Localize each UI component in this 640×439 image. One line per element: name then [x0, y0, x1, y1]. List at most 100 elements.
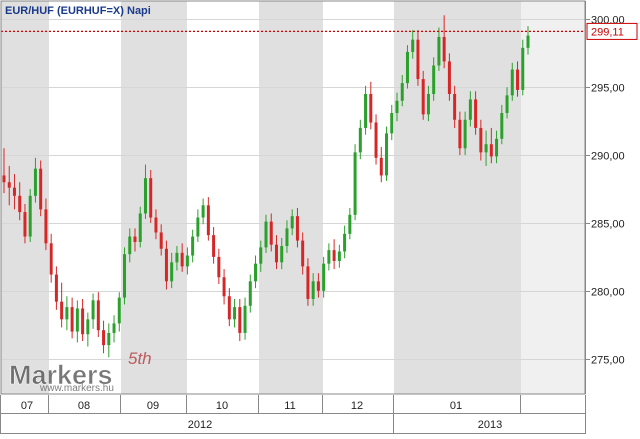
year-label: 2013	[478, 419, 502, 431]
y-tick-label: 285,00	[591, 219, 625, 231]
candle	[521, 39, 525, 96]
candle-body	[81, 308, 85, 335]
month-band	[394, 1, 521, 394]
candle	[353, 144, 357, 221]
candle-body	[521, 47, 525, 90]
candle-body	[170, 262, 174, 282]
y-tick-label: 275,00	[591, 355, 625, 367]
candle-body	[39, 168, 43, 210]
candle-body	[212, 235, 216, 257]
candle-body	[369, 93, 373, 123]
candle-body	[254, 263, 258, 282]
month-label: 12	[351, 400, 363, 412]
candle-body	[7, 182, 11, 188]
candle-body	[185, 255, 189, 267]
candle-body	[18, 195, 22, 213]
candle-body	[143, 178, 147, 214]
candle-body	[337, 251, 341, 261]
chart-title-period: Napi	[127, 5, 151, 17]
candle-body	[269, 221, 273, 245]
last-price-text: 299,11	[591, 26, 624, 38]
candle-body	[217, 256, 221, 278]
candle-body	[316, 281, 320, 291]
month-band	[121, 1, 187, 394]
candle-body	[306, 266, 310, 299]
candle-body	[405, 51, 409, 84]
candle-body	[353, 152, 357, 215]
candle-body	[290, 216, 294, 229]
candle-body	[526, 35, 530, 48]
candle-body	[238, 307, 242, 333]
candle-body	[479, 127, 483, 153]
candle-body	[327, 250, 331, 264]
candle-body	[395, 100, 399, 113]
candle	[39, 160, 43, 217]
candle-body	[180, 252, 184, 267]
candle-body	[107, 332, 111, 346]
candle-body	[44, 209, 48, 244]
candle-body	[453, 93, 457, 120]
month-label: 11	[284, 400, 295, 412]
candle-body	[484, 144, 488, 153]
candle-body	[248, 281, 252, 306]
candle-body	[311, 281, 315, 299]
candle-body	[264, 221, 268, 248]
candle-body	[91, 300, 95, 320]
candle-body	[474, 99, 478, 128]
candle-body	[159, 232, 163, 249]
candle-body	[123, 254, 127, 298]
candle-body	[411, 39, 415, 52]
month-band	[521, 1, 585, 394]
month-label: 07	[21, 400, 33, 412]
candle-body	[332, 250, 336, 261]
candle-body	[390, 112, 394, 134]
candle-body	[379, 157, 383, 176]
candle-body	[227, 296, 231, 320]
candle-body	[12, 187, 16, 196]
chart-title-symbol: EUR/HUF (EURHUF=X)	[5, 5, 124, 17]
candle-body	[102, 330, 106, 346]
x-axis-area: 07 08 09 10 11 12 01 2012 2013	[0, 395, 640, 434]
candle-body	[75, 308, 79, 332]
candle-body	[259, 247, 263, 264]
candle-body	[96, 300, 100, 331]
candle-body	[201, 205, 205, 218]
candle-body	[206, 205, 210, 236]
candle-body	[117, 297, 121, 324]
candle-body	[442, 36, 446, 62]
month-label: 01	[450, 400, 462, 412]
y-tick-label: 290,00	[591, 151, 625, 163]
candle-body	[447, 61, 451, 94]
chart-title: EUR/HUF (EURHUF=X) Napi	[5, 5, 151, 17]
candle-body	[468, 99, 472, 120]
candle-body	[505, 95, 509, 113]
candle-body	[86, 319, 90, 335]
candle	[123, 247, 127, 305]
candle-body	[416, 39, 420, 80]
candle-body	[149, 178, 153, 218]
candle-body	[175, 252, 179, 263]
candle-body	[385, 133, 389, 176]
candle-body	[60, 301, 64, 320]
candle-body	[510, 69, 514, 96]
month-band	[259, 1, 323, 394]
candle-body	[164, 248, 168, 282]
month-label: 10	[216, 400, 228, 412]
candle-body	[133, 236, 137, 242]
candle-body	[437, 36, 441, 66]
candle-body	[322, 263, 326, 291]
watermark-url: www.markers.hu	[39, 383, 114, 394]
candle-body	[516, 69, 520, 90]
candle-body	[374, 122, 378, 158]
watermark-superscript: 5th	[128, 349, 152, 368]
candle-body	[489, 144, 493, 157]
candle-body	[458, 119, 462, 149]
candle	[28, 189, 32, 242]
month-label: 09	[147, 400, 159, 412]
candle-body	[112, 323, 116, 333]
candle-body	[495, 138, 499, 157]
y-axis-panel	[586, 1, 639, 394]
candle-body	[348, 214, 352, 234]
candle-body	[463, 119, 467, 149]
candle-body	[364, 93, 368, 128]
